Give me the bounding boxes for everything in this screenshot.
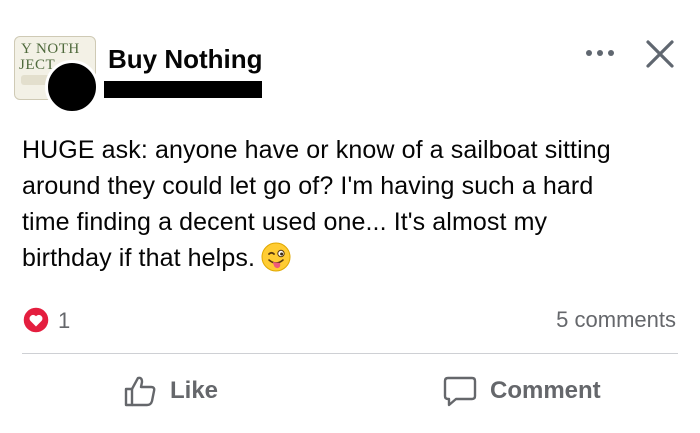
facebook-post: Y NOTH JECT Buy Nothing HUGE ask: anyone… bbox=[0, 0, 700, 433]
more-dot-icon bbox=[586, 50, 592, 56]
author-avatar-redacted[interactable] bbox=[45, 60, 99, 114]
post-body: HUGE ask: anyone have or know of a sailb… bbox=[22, 132, 672, 276]
post-text-line: HUGE ask: anyone have or know of a sailb… bbox=[22, 136, 611, 164]
post-text-line: time finding a decent used one... It's a… bbox=[22, 208, 548, 236]
divider bbox=[22, 353, 678, 354]
more-dot-icon bbox=[608, 50, 614, 56]
more-options-button[interactable] bbox=[582, 40, 626, 66]
comment-label: Comment bbox=[490, 377, 601, 404]
post-text-line-last: birthday if that helps. bbox=[22, 240, 672, 276]
thumbs-up-icon bbox=[124, 376, 156, 407]
close-icon bbox=[646, 40, 674, 68]
reaction-count: 1 bbox=[58, 308, 71, 333]
post-text-line: around they could let go of? I'm having … bbox=[22, 172, 594, 200]
close-button[interactable] bbox=[640, 34, 680, 74]
like-label: Like bbox=[170, 377, 219, 404]
more-dot-icon bbox=[597, 50, 603, 56]
comment-button[interactable]: Comment bbox=[442, 368, 601, 414]
logo-text-top: Y NOTH bbox=[21, 41, 80, 57]
love-reaction-icon bbox=[22, 306, 50, 334]
post-text-line: birthday if that helps. bbox=[22, 244, 255, 272]
like-button[interactable]: Like bbox=[122, 368, 218, 414]
comments-count-link[interactable]: 5 comments bbox=[556, 307, 676, 333]
group-name[interactable]: Buy Nothing bbox=[108, 44, 263, 75]
winking-face-with-tongue-icon bbox=[261, 242, 291, 272]
comment-bubble-icon bbox=[443, 376, 477, 407]
author-name-redacted bbox=[104, 81, 262, 98]
